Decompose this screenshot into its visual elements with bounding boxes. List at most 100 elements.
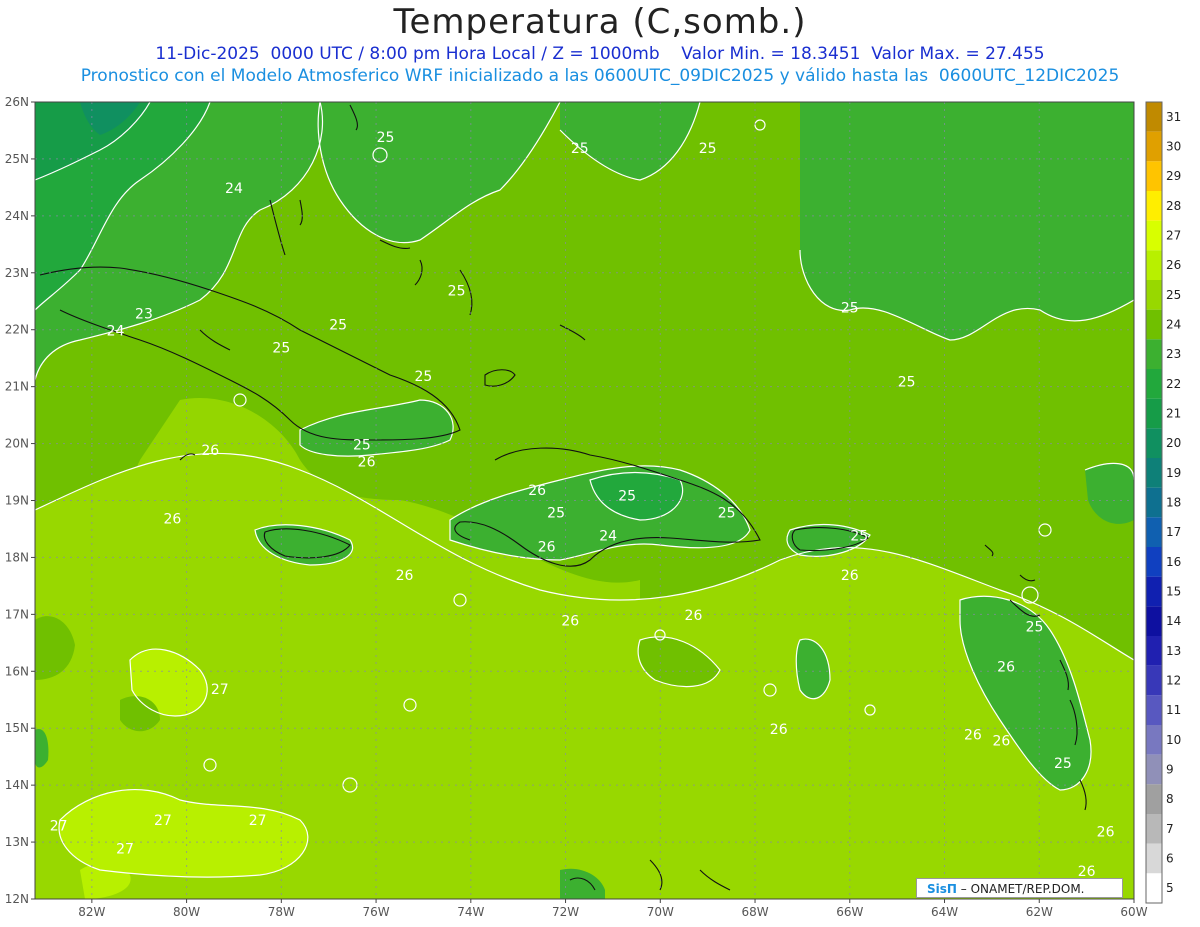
lat-tick-label: 26N <box>5 95 29 109</box>
contour-label: 24 <box>107 323 125 339</box>
colorbar-swatch <box>1146 161 1162 191</box>
colorbar-label: 25 <box>1166 288 1181 302</box>
latitude-axis: 26N 25N 24N 23N 22N 21N 20N 19N 18N 17N 16N 15N 14N 1… <box>5 95 35 906</box>
contour-label: 26 <box>1097 824 1115 840</box>
colorbar-swatch <box>1146 814 1162 844</box>
contour-label: 26 <box>997 659 1015 675</box>
contour-label: 26 <box>964 728 982 744</box>
contour-label: 26 <box>841 568 859 584</box>
lat-tick-label: 16N <box>5 664 29 678</box>
colorbar-swatch <box>1146 754 1162 785</box>
colorbar-swatch <box>1146 725 1162 755</box>
colorbar-label: 17 <box>1166 525 1181 539</box>
credit-box: SisΠ – ONAMET/REP.DOM. <box>916 878 1123 898</box>
colorbar-label: 6 <box>1166 852 1174 866</box>
colorbar-label: 19 <box>1166 466 1181 480</box>
lat-tick-label: 20N <box>5 437 29 451</box>
colorbar-swatch <box>1146 131 1162 162</box>
colorbar-label: 14 <box>1166 614 1181 628</box>
lat-tick-label: 18N <box>5 550 29 564</box>
temperature-map: 26N 25N 24N 23N 22N 21N 20N 19N 18N 17N 16N 15N 14N 1… <box>5 95 1182 919</box>
contour-label: 26 <box>538 540 556 556</box>
lon-tick-label: 66W <box>836 905 863 919</box>
contour-label: 25 <box>377 130 395 146</box>
contour-label: 25 <box>353 437 371 453</box>
lat-tick-label: 14N <box>5 778 29 792</box>
contour-label: 25 <box>841 301 859 317</box>
colorbar-label: 28 <box>1166 199 1181 213</box>
contour-label: 25 <box>850 528 868 544</box>
sispi-logo: SisΠ <box>927 882 957 896</box>
colorbar-label: 31 <box>1166 110 1181 124</box>
colorbar-label: 26 <box>1166 258 1181 272</box>
colorbar-swatch <box>1146 428 1162 458</box>
colorbar-label: 5 <box>1166 881 1174 895</box>
contour-label: 26 <box>528 483 546 499</box>
lon-tick-label: 78W <box>268 905 295 919</box>
contour-label: 25 <box>547 506 565 522</box>
contour-label: 27 <box>116 841 134 857</box>
contour-label: 27 <box>211 682 229 698</box>
contour-label: 26 <box>396 568 414 584</box>
colorbar-swatch <box>1146 398 1162 429</box>
lon-tick-label: 62W <box>1026 905 1053 919</box>
contour-label: 25 <box>329 318 347 334</box>
lat-tick-label: 24N <box>5 209 29 223</box>
contour-label: 27 <box>249 813 267 829</box>
colorbar-label: 16 <box>1166 555 1181 569</box>
lon-tick-label: 70W <box>647 905 674 919</box>
lat-tick-label: 13N <box>5 835 29 849</box>
colorbar-swatch <box>1146 339 1162 369</box>
lat-tick-label: 15N <box>5 721 29 735</box>
colorbar-swatch <box>1146 843 1162 874</box>
contour-label: 25 <box>718 506 736 522</box>
colorbar-swatch <box>1146 309 1162 340</box>
contour-label: 27 <box>154 813 172 829</box>
contour-label: 25 <box>1054 756 1072 772</box>
lat-tick-label: 21N <box>5 380 29 394</box>
colorbar-label: 12 <box>1166 674 1181 688</box>
colorbar-swatch <box>1146 458 1162 488</box>
lon-tick-label: 74W <box>457 905 484 919</box>
contour-label: 25 <box>1026 619 1044 635</box>
lat-tick-label: 22N <box>5 323 29 337</box>
colorbar-swatch <box>1146 191 1162 221</box>
lon-tick-label: 72W <box>552 905 579 919</box>
colorbar-label: 29 <box>1166 169 1181 183</box>
colorbar-label: 21 <box>1166 407 1181 421</box>
colorbar-label: 27 <box>1166 229 1181 243</box>
colorbar-label: 11 <box>1166 703 1181 717</box>
contour-label: 25 <box>448 284 466 300</box>
colorbar-label: 23 <box>1166 347 1181 361</box>
contour-label: 26 <box>201 443 219 459</box>
lat-tick-label: 25N <box>5 152 29 166</box>
colorbar-label: 22 <box>1166 377 1181 391</box>
colorbar-label: 18 <box>1166 496 1181 510</box>
contour-label: 24 <box>225 181 243 197</box>
colorbar-swatch <box>1146 784 1162 814</box>
contour-label: 27 <box>50 819 68 835</box>
colorbar-swatch <box>1146 487 1162 518</box>
lon-tick-label: 82W <box>78 905 105 919</box>
contour-label: 26 <box>685 608 703 624</box>
contour-label: 25 <box>272 340 290 356</box>
colorbar-swatch <box>1146 547 1162 577</box>
colorbar-label: 9 <box>1166 763 1174 777</box>
colorbar-swatch <box>1146 606 1162 636</box>
colorbar-label: 13 <box>1166 644 1181 658</box>
colorbar-swatch <box>1146 220 1162 251</box>
credit-text: – ONAMET/REP.DOM. <box>960 882 1085 896</box>
contour-label: 26 <box>358 454 376 470</box>
contour-label: 25 <box>618 489 636 505</box>
contour-label: 26 <box>770 722 788 738</box>
contour-label: 25 <box>699 141 717 157</box>
colorbar-label: 24 <box>1166 318 1181 332</box>
lon-tick-label: 64W <box>931 905 958 919</box>
temperature-colorbar: 31 30 29 28 27 26 25 24 23 22 21 20 19 18 17 16 15 14 13 12… <box>1145 101 1181 904</box>
colorbar-swatch <box>1146 873 1162 903</box>
colorbar-swatch <box>1146 280 1162 310</box>
contour-label: 23 <box>135 306 153 322</box>
colorbar-swatch <box>1146 695 1162 725</box>
lat-tick-label: 17N <box>5 607 29 621</box>
colorbar-label: 10 <box>1166 733 1181 747</box>
